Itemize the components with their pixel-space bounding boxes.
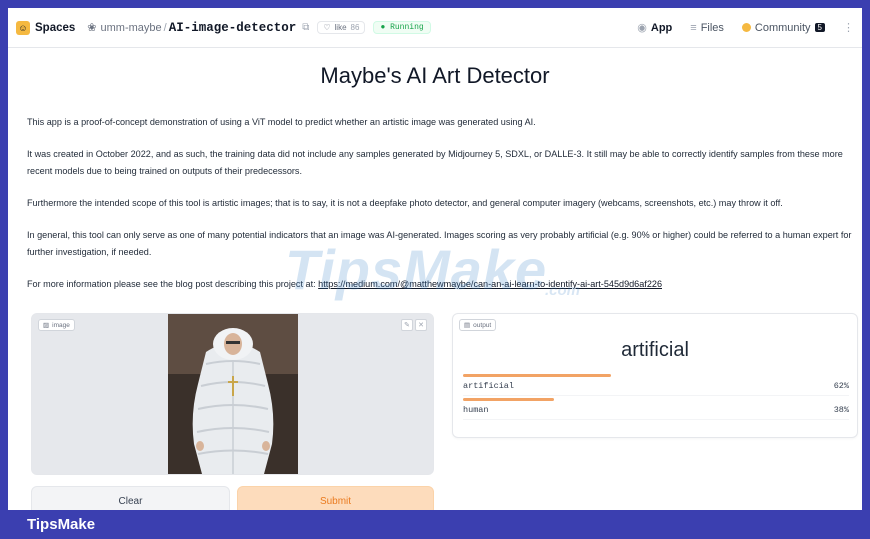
image-panel-tools: ✎ ✕ xyxy=(401,319,427,331)
intro-paragraph: This app is a proof-of-concept demonstra… xyxy=(27,117,536,127)
predicted-label: artificial xyxy=(621,339,689,361)
repo-name-link[interactable]: AI-image-detector xyxy=(169,21,297,35)
tab-files-label: Files xyxy=(700,21,724,34)
heart-icon: ♡ xyxy=(323,23,331,32)
output-panel-label: ▤ output xyxy=(459,319,497,331)
frame-right xyxy=(862,0,870,539)
spaces-logo-icon: ☺ xyxy=(16,20,30,35)
community-icon xyxy=(741,23,751,32)
owner-link[interactable]: umm-maybe xyxy=(101,22,162,34)
status-text: Running xyxy=(390,23,424,32)
tab-community[interactable]: Community 5 xyxy=(741,21,825,34)
confidence-bar xyxy=(463,398,554,401)
more-info-text: For more information please see the blog… xyxy=(27,279,319,289)
confidence-value: 38% xyxy=(833,405,849,415)
frame-left xyxy=(0,0,8,539)
image-label-text: image xyxy=(52,321,70,329)
app-icon: ◉ xyxy=(637,22,647,34)
like-label: like xyxy=(334,23,347,32)
frame-top xyxy=(0,0,870,8)
top-navigation-bar: ☺ Spaces ❀ umm-maybe / AI-image-detector… xyxy=(8,8,862,48)
tab-community-label: Community xyxy=(754,21,811,34)
close-icon[interactable]: ✕ xyxy=(415,319,427,331)
community-count-badge: 5 xyxy=(814,23,825,32)
tab-app-label: App xyxy=(650,21,673,34)
confidence-bar xyxy=(463,374,612,377)
confidence-value: 62% xyxy=(833,381,849,391)
image-input-panel[interactable]: ▨ image ✎ ✕ xyxy=(31,313,434,475)
site-banner: TipsMake xyxy=(0,510,870,539)
page-title: Maybe's AI Art Detector xyxy=(320,63,550,88)
spaces-link[interactable]: Spaces xyxy=(35,22,75,34)
confidence-row: human 38% xyxy=(463,398,849,422)
label-icon: ▤ xyxy=(464,322,471,329)
edit-icon[interactable]: ✎ xyxy=(401,319,413,331)
tab-app[interactable]: ◉ App xyxy=(637,21,673,35)
more-info-paragraph: For more information please see the blog… xyxy=(27,276,859,293)
output-label-text: output xyxy=(473,321,492,329)
copy-icon[interactable]: ⧉ xyxy=(302,22,309,33)
watermark-suffix: .com xyxy=(545,282,581,299)
confidence-class-name: human xyxy=(463,405,489,415)
uploaded-image xyxy=(168,314,298,474)
breadcrumb-separator: / xyxy=(163,21,167,34)
row-divider xyxy=(463,419,849,420)
status-badge: ● Running xyxy=(373,21,431,34)
like-button[interactable]: ♡ like 86 xyxy=(317,21,366,34)
files-icon: ≡ xyxy=(690,21,697,34)
like-count: 86 xyxy=(350,23,360,32)
confidence-class-name: artificial xyxy=(463,381,515,391)
blog-post-link[interactable]: https://medium.com/@matthewmaybe/can-an-… xyxy=(318,279,662,289)
output-panel: ▤ output artificial artificial 62% human… xyxy=(452,313,858,438)
disclaimer-paragraph: In general, this tool can only serve as … xyxy=(27,230,852,257)
confidence-row: artificial 62% xyxy=(463,374,849,398)
tab-files[interactable]: ≡ Files xyxy=(690,22,724,34)
scope-paragraph: Furthermore the intended scope of this t… xyxy=(27,198,783,208)
training-paragraph: It was created in October 2022, and as s… xyxy=(27,149,843,176)
image-icon: ▨ xyxy=(43,322,50,329)
owner-avatar-icon: ❀ xyxy=(87,22,97,34)
more-options-icon[interactable]: ⋮ xyxy=(843,21,854,34)
image-panel-label: ▨ image xyxy=(38,319,75,331)
row-divider xyxy=(463,395,849,396)
space-tabs: ◉ App ≡ Files Community 5 ⋮ xyxy=(637,21,854,35)
